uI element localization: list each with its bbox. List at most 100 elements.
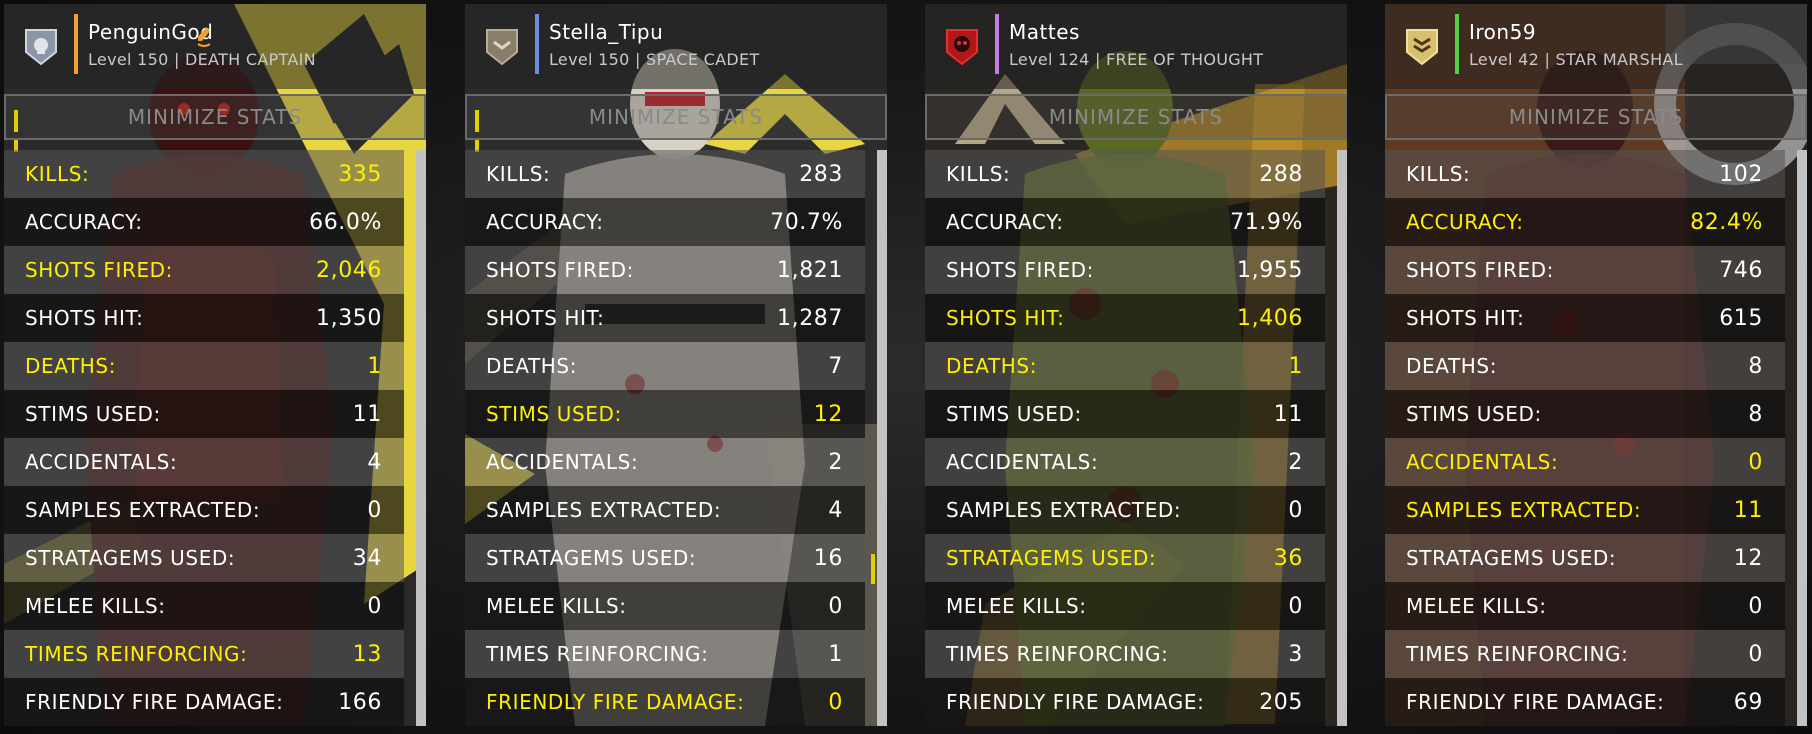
shield-chevron-icon	[486, 29, 518, 66]
stat-value: 102	[1719, 161, 1763, 187]
minimize-stats-button[interactable]: MINIMIZE STATS	[465, 94, 887, 140]
minimize-stats-button[interactable]: MINIMIZE STATS	[1385, 94, 1807, 140]
stat-value: 1,350	[316, 305, 382, 331]
stat-row: TIMES REINFORCING: 1	[465, 630, 865, 678]
stat-label: STRATAGEMS USED:	[1406, 546, 1617, 570]
player-name: Iron59	[1469, 20, 1537, 44]
stat-label: SAMPLES EXTRACTED:	[25, 498, 261, 522]
stat-row: ACCIDENTALS: 0	[1385, 438, 1785, 486]
stat-label: SHOTS FIRED:	[946, 258, 1095, 282]
stat-row: STIMS USED: 12	[465, 390, 865, 438]
stat-value: 288	[1259, 161, 1303, 187]
stat-row: MELEE KILLS: 0	[4, 582, 404, 630]
stat-label: STRATAGEMS USED:	[25, 546, 236, 570]
stat-row: DEATHS: 8	[1385, 342, 1785, 390]
stat-value: 0	[828, 689, 843, 715]
scrollbar-thumb[interactable]	[416, 150, 426, 726]
stats-scrollbar[interactable]	[1797, 150, 1807, 726]
stat-label: STRATAGEMS USED:	[486, 546, 697, 570]
stats-table: KILLS: 288 ACCURACY: 71.9% SHOTS FIRED: 1,955…	[925, 150, 1325, 726]
player-accent-bar	[1455, 14, 1459, 74]
stat-label: SHOTS HIT:	[25, 306, 144, 330]
stat-row: MELEE KILLS: 0	[1385, 582, 1785, 630]
stat-value: 16	[813, 545, 843, 571]
stat-value: 36	[1273, 545, 1303, 571]
stat-label: KILLS:	[946, 162, 1011, 186]
player-accent-bar	[995, 14, 999, 74]
stat-row: STRATAGEMS USED: 36	[925, 534, 1325, 582]
stat-value: 3	[1288, 641, 1303, 667]
stat-value: 11	[1273, 401, 1303, 427]
stat-value: 1,406	[1237, 305, 1303, 331]
stat-label: SHOTS FIRED:	[1406, 258, 1555, 282]
stat-value: 12	[1733, 545, 1763, 571]
stat-value: 0	[1288, 497, 1303, 523]
scrollbar-thumb[interactable]	[1797, 150, 1807, 726]
stat-label: MELEE KILLS:	[1406, 594, 1547, 618]
stat-row: STRATAGEMS USED: 12	[1385, 534, 1785, 582]
stat-value: 1	[1288, 353, 1303, 379]
stat-label: ACCURACY:	[25, 210, 143, 234]
stat-row: KILLS: 102	[1385, 150, 1785, 198]
minimize-stats-button[interactable]: MINIMIZE STATS	[925, 94, 1347, 140]
stat-value: 70.7%	[770, 209, 843, 235]
stat-value: 335	[338, 161, 382, 187]
scrollbar-thumb[interactable]	[1337, 150, 1347, 726]
stat-label: ACCIDENTALS:	[1406, 450, 1559, 474]
stat-value: 0	[828, 593, 843, 619]
stat-label: ACCIDENTALS:	[486, 450, 639, 474]
stat-row: SAMPLES EXTRACTED: 0	[4, 486, 404, 534]
stats-table: KILLS: 102 ACCURACY: 82.4% SHOTS FIRED: 746 SH…	[1385, 150, 1785, 726]
stats-scrollbar[interactable]	[1337, 150, 1347, 726]
stats-scrollbar[interactable]	[416, 150, 426, 726]
stat-value: 69	[1733, 689, 1763, 715]
stat-row: SHOTS HIT: 1,350	[4, 294, 404, 342]
stats-scrollbar[interactable]	[877, 150, 887, 726]
scrollbar-thumb[interactable]	[877, 150, 887, 726]
stat-row: ACCIDENTALS: 4	[4, 438, 404, 486]
player-header: Stella_Tipu Level 150 | SPACE CADET	[465, 4, 887, 89]
stat-row: KILLS: 283	[465, 150, 865, 198]
stat-value: 4	[367, 449, 382, 475]
stat-row: ACCIDENTALS: 2	[925, 438, 1325, 486]
stat-row: SHOTS FIRED: 1,821	[465, 246, 865, 294]
stat-value: 166	[338, 689, 382, 715]
player-card-iron59: Iron59 Level 42 | STAR MARSHAL MINIMIZE …	[1385, 4, 1807, 726]
stat-value: 4	[828, 497, 843, 523]
stat-value: 2,046	[316, 257, 382, 283]
stat-label: MELEE KILLS:	[946, 594, 1087, 618]
stat-value: 0	[1288, 593, 1303, 619]
stat-row: DEATHS: 1	[4, 342, 404, 390]
stat-row: ACCURACY: 70.7%	[465, 198, 865, 246]
stat-label: SAMPLES EXTRACTED:	[946, 498, 1182, 522]
minimize-stats-button[interactable]: MINIMIZE STATS	[4, 94, 426, 140]
stat-label: SAMPLES EXTRACTED:	[486, 498, 722, 522]
stat-value: 71.9%	[1230, 209, 1303, 235]
stat-label: SHOTS HIT:	[486, 306, 605, 330]
stat-row: ACCURACY: 66.0%	[4, 198, 404, 246]
stat-label: MELEE KILLS:	[486, 594, 627, 618]
stat-label: KILLS:	[25, 162, 90, 186]
player-level: Level 150 | DEATH CAPTAIN	[88, 50, 316, 69]
stat-row: FRIENDLY FIRE DAMAGE: 0	[465, 678, 865, 726]
stat-label: SHOTS FIRED:	[25, 258, 174, 282]
stat-label: STIMS USED:	[946, 402, 1082, 426]
player-header: PenguinGod Level 150 | DEATH CAPTAIN	[4, 4, 426, 89]
stat-value: 0	[367, 593, 382, 619]
stat-row: SHOTS HIT: 615	[1385, 294, 1785, 342]
stat-label: ACCIDENTALS:	[946, 450, 1099, 474]
stat-value: 0	[367, 497, 382, 523]
stat-value: 1	[367, 353, 382, 379]
stat-row: MELEE KILLS: 0	[925, 582, 1325, 630]
stat-label: SHOTS HIT:	[946, 306, 1065, 330]
stat-value: 1,821	[777, 257, 843, 283]
shield-skull-icon	[25, 29, 57, 66]
stat-value: 82.4%	[1690, 209, 1763, 235]
stat-label: TIMES REINFORCING:	[486, 642, 709, 666]
stat-label: DEATHS:	[946, 354, 1038, 378]
stat-value: 0	[1748, 449, 1763, 475]
stat-row: KILLS: 288	[925, 150, 1325, 198]
stat-label: FRIENDLY FIRE DAMAGE:	[946, 690, 1205, 714]
player-card-stella-tipu: Stella_Tipu Level 150 | SPACE CADET MINI…	[465, 4, 887, 726]
stat-row: KILLS: 335	[4, 150, 404, 198]
